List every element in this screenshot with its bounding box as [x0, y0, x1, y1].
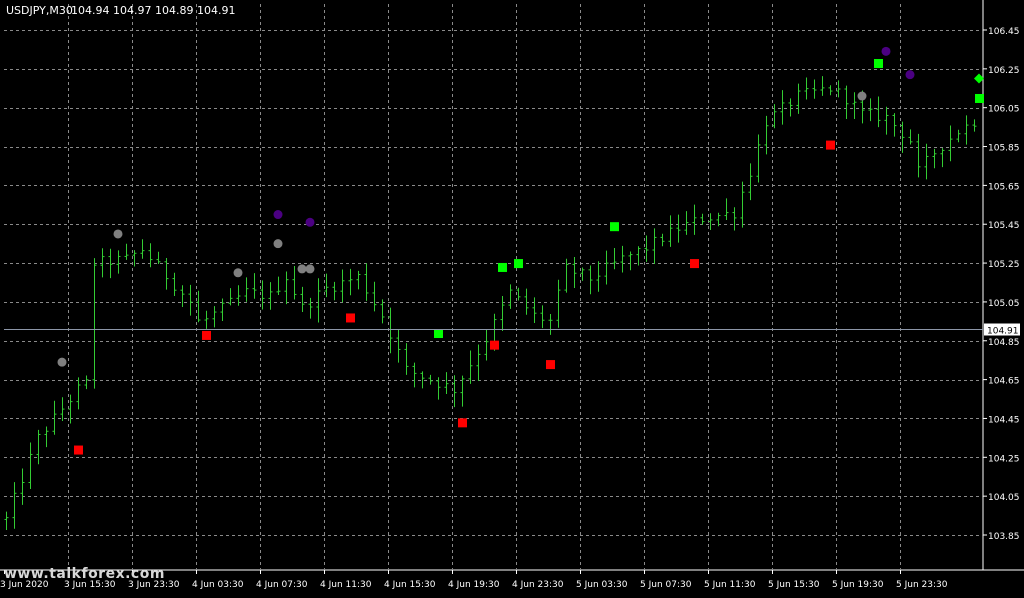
neutral-circle-marker [273, 239, 283, 249]
price-tick-label: 105.05 [988, 299, 1020, 309]
chart-canvas[interactable]: 106.45 106.25 106.05 105.85 105.65 105.45 105.… [0, 0, 1024, 594]
time-tick-label: 5 Jun 19:30 [832, 580, 884, 590]
purple-circle-marker [305, 217, 315, 227]
neutral-circle-marker [305, 264, 315, 274]
price-tick-label: 105.85 [988, 144, 1020, 154]
sell-square-marker [74, 445, 83, 455]
buy-square-marker [975, 93, 984, 103]
time-tick-label: 4 Jun 03:30 [192, 580, 244, 590]
price-tick-label: 105.45 [988, 221, 1020, 231]
neutral-circle-marker [57, 357, 67, 367]
neutral-circle-marker [113, 229, 123, 239]
symbol-label: USDJPY,M30 [6, 4, 73, 17]
price-tick-label: 104.65 [988, 377, 1020, 387]
price-tick-label: 106.25 [988, 66, 1020, 76]
sell-square-marker [546, 360, 555, 370]
price-tick-label: 106.45 [988, 27, 1020, 37]
sell-square-marker [490, 340, 499, 350]
price-chart[interactable]: 106.45 106.25 106.05 105.85 105.65 105.45 105.… [0, 0, 1024, 594]
time-tick-label: 4 Jun 11:30 [320, 580, 372, 590]
chart-background [0, 0, 1024, 594]
time-tick-label: 4 Jun 15:30 [384, 580, 436, 590]
time-tick-label: 5 Jun 03:30 [576, 580, 628, 590]
price-tick-label: 105.25 [988, 260, 1020, 270]
time-tick-label: 4 Jun 23:30 [512, 580, 564, 590]
quote-label: 104.94 104.97 104.89 104.91 [71, 4, 235, 17]
sell-square-marker [202, 330, 211, 340]
neutral-circle-marker [297, 264, 307, 274]
buy-square-marker [874, 59, 883, 69]
time-tick-label: 4 Jun 19:30 [448, 580, 500, 590]
sell-square-marker [826, 140, 835, 150]
price-tick-label: 105.65 [988, 182, 1020, 192]
sell-square-marker [690, 259, 699, 269]
price-tick-label: 104.45 [988, 415, 1020, 425]
time-tick-label: 5 Jun 11:30 [704, 580, 756, 590]
time-tick-label: 4 Jun 07:30 [256, 580, 308, 590]
bid-price-label: 104.91 [987, 327, 1019, 337]
purple-circle-marker [881, 46, 891, 56]
time-tick-label: 5 Jun 15:30 [768, 580, 820, 590]
purple-circle-marker [273, 210, 283, 220]
neutral-circle-marker [857, 91, 867, 101]
price-tick-label: 104.25 [988, 454, 1020, 464]
buy-square-marker [514, 259, 523, 269]
price-tick-label: 104.05 [988, 493, 1020, 503]
purple-circle-marker [905, 70, 915, 80]
sell-square-marker [346, 313, 355, 323]
buy-square-marker [434, 329, 443, 338]
sell-square-marker [458, 418, 467, 428]
time-tick-label: 5 Jun 23:30 [896, 580, 948, 590]
price-tick-label: 106.05 [988, 105, 1020, 115]
price-tick-label: 104.85 [988, 338, 1020, 348]
watermark-text: www.talkforex.com [4, 566, 165, 582]
buy-square-marker [498, 262, 507, 272]
buy-square-marker [610, 222, 619, 232]
time-tick-label: 5 Jun 07:30 [640, 580, 692, 590]
neutral-circle-marker [233, 268, 243, 278]
price-tick-label: 103.85 [988, 532, 1020, 542]
